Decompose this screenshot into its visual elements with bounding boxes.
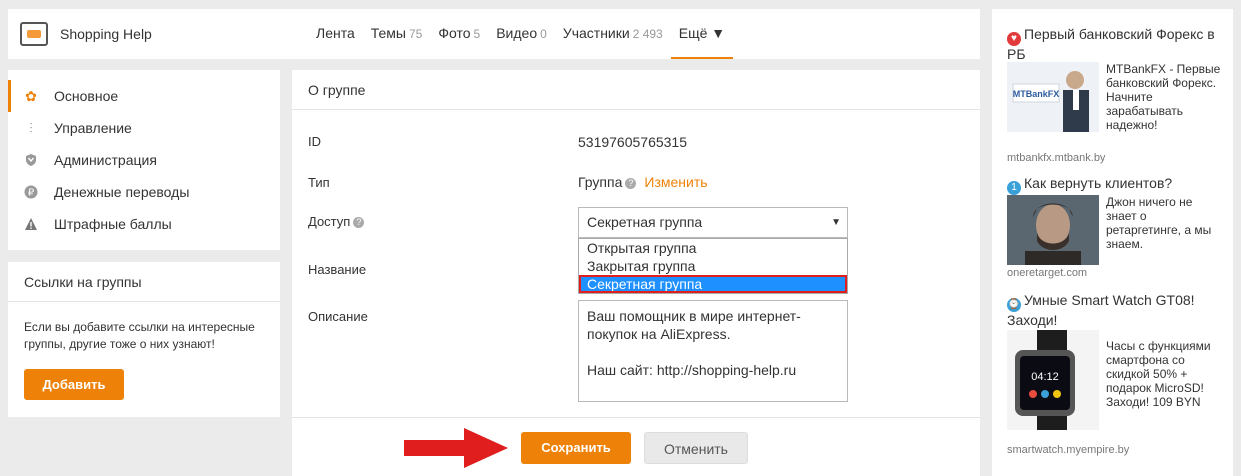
sidebar-item-label: Основное [54, 88, 119, 104]
option-secret-group[interactable]: Секретная группа [579, 275, 847, 293]
group-links-title: Ссылки на группы [8, 262, 280, 302]
nav-tab-label: Фото [438, 25, 471, 41]
access-label-row: Доступ? [308, 214, 365, 229]
cancel-button[interactable]: Отменить [644, 432, 748, 464]
ad-text: Джон ничего не знает о ретаргетинге, а м… [1106, 195, 1212, 251]
nav-tab-label: Лента [316, 25, 355, 41]
ad-text: MTBankFX - Первые банковский Форекс. Нач… [1106, 62, 1221, 132]
help-icon[interactable]: ? [353, 217, 365, 228]
nav-tab-label: Темы [370, 25, 406, 41]
page-title: О группе [292, 70, 980, 110]
svg-text:₽: ₽ [28, 188, 35, 199]
sidebar-item-administration[interactable]: Администрация [8, 144, 280, 176]
number-one-icon: 1 [1007, 181, 1021, 195]
nav-tab-feed[interactable]: Лента [308, 9, 363, 59]
option-open-group[interactable]: Открытая группа [579, 239, 847, 257]
sidebar-item-label: Денежные переводы [54, 184, 190, 200]
ad-image[interactable]: 04:12 [1007, 330, 1099, 430]
ad-domain: mtbankfx.mtbank.by [1007, 152, 1106, 164]
nav-tab-members[interactable]: Участники 2 493 [555, 9, 671, 59]
access-select[interactable]: Секретная группа ▼ [578, 207, 848, 238]
group-links-box: Ссылки на группы Если вы добавите ссылки… [8, 262, 280, 417]
save-button[interactable]: Сохранить [521, 432, 631, 464]
nav-tab-count: 75 [409, 27, 423, 41]
settings-menu: ✿ Основное ⫶ Управление Администрация ₽ … [8, 70, 280, 250]
watch-icon: ⌚ [1007, 298, 1021, 312]
group-header: Shopping Help Лента Темы 75 Фото 5 Видео 0 … [8, 9, 980, 59]
svg-text:04:12: 04:12 [1031, 371, 1059, 383]
ads-column: ♥ Первый банковский Форекс в РБ MTBankFX … [992, 9, 1233, 476]
nav-tab-label: Ещё ▼ [678, 25, 726, 41]
ad-title-row: ⌚ Умные Smart Watch GT08! Заходи! [1007, 292, 1225, 329]
sidebar-item-label: Администрация [54, 152, 157, 168]
ad-title-row: 1 Как вернуть клиентов? [1007, 175, 1225, 195]
heart-icon: ♥ [1007, 32, 1021, 46]
group-settings-form: О группе ID 53197605765315 Тип Группа? Из… [292, 70, 980, 476]
ad-domain: oneretarget.com [1007, 267, 1088, 279]
group-name[interactable]: Shopping Help [60, 26, 152, 42]
ad-title: Первый банковский Форекс в РБ [1007, 26, 1215, 62]
nav-tab-topics[interactable]: Темы 75 [363, 9, 431, 59]
group-links-hint: Если вы добавите ссылки на интересные гр… [24, 320, 255, 351]
sidebar-item-penalty-points[interactable]: Штрафные баллы [8, 208, 280, 240]
sidebar-item-general[interactable]: ✿ Основное [8, 80, 280, 112]
sidebar-item-label: Управление [54, 120, 132, 136]
name-label: Название [308, 262, 367, 277]
sidebar-item-label: Штрафные баллы [54, 216, 172, 232]
group-nav: Лента Темы 75 Фото 5 Видео 0 Участники 2 493… [308, 9, 734, 59]
gear-icon: ✿ [25, 88, 37, 104]
nav-tab-label: Участники [562, 25, 630, 41]
type-label: Тип [308, 175, 330, 190]
ad-title: Умные Smart Watch GT08! Заходи! [1007, 292, 1195, 328]
divider [292, 417, 980, 418]
warning-icon [24, 217, 38, 231]
type-value: Группа [578, 174, 623, 190]
ad-card[interactable]: ⌚ Умные Smart Watch GT08! Заходи! 04:12 Ч… [1007, 292, 1225, 462]
description-field[interactable]: Ваш помощник в мире интернет-покупок на … [578, 300, 848, 402]
ad-title-row: ♥ Первый банковский Форекс в РБ [1007, 26, 1225, 63]
ad-card[interactable]: ♥ Первый банковский Форекс в РБ MTBankFX … [1007, 26, 1225, 181]
ad-image[interactable] [1007, 195, 1099, 265]
annotation-arrow-icon [404, 428, 508, 468]
sliders-icon: ⫶ [29, 120, 33, 136]
shield-icon [24, 153, 38, 167]
description-label: Описание [308, 309, 368, 324]
nav-tab-count: 5 [473, 27, 481, 41]
ad-domain: smartwatch.myempire.by [1007, 444, 1130, 456]
add-link-button[interactable]: Добавить [24, 369, 124, 400]
ad-image[interactable]: MTBankFX [1007, 62, 1099, 132]
nav-tab-videos[interactable]: Видео 0 [488, 9, 555, 59]
nav-tab-count: 2 493 [632, 27, 663, 41]
access-label: Доступ [308, 214, 351, 229]
ad-title: Как вернуть клиентов? [1024, 175, 1173, 191]
change-type-link[interactable]: Изменить [644, 174, 707, 190]
option-closed-group[interactable]: Закрытая группа [579, 257, 847, 275]
nav-tab-more[interactable]: Ещё ▼ [670, 9, 734, 59]
chevron-down-icon: ▼ [831, 217, 841, 228]
sidebar-item-money-transfers[interactable]: ₽ Денежные переводы [8, 176, 280, 208]
help-icon[interactable]: ? [625, 178, 637, 189]
svg-text:MTBankFX: MTBankFX [1013, 89, 1060, 99]
type-value-row: Группа? Изменить [578, 174, 708, 190]
group-logo[interactable] [20, 22, 48, 46]
sidebar-item-management[interactable]: ⫶ Управление [8, 112, 280, 144]
nav-tab-label: Видео [496, 25, 538, 41]
id-label: ID [308, 134, 321, 149]
access-dropdown: Открытая группа Закрытая группа Секретна… [578, 238, 848, 294]
ruble-icon: ₽ [24, 185, 38, 199]
access-select-value: Секретная группа [587, 214, 703, 230]
nav-tab-photos[interactable]: Фото 5 [430, 9, 488, 59]
ad-text: Часы с функциями смартфона со скидкой 50… [1106, 339, 1211, 409]
nav-tab-count: 0 [540, 27, 547, 41]
id-value: 53197605765315 [578, 134, 688, 150]
ad-card[interactable]: 1 Как вернуть клиентов? Джон ничего не зн… [1007, 175, 1225, 290]
